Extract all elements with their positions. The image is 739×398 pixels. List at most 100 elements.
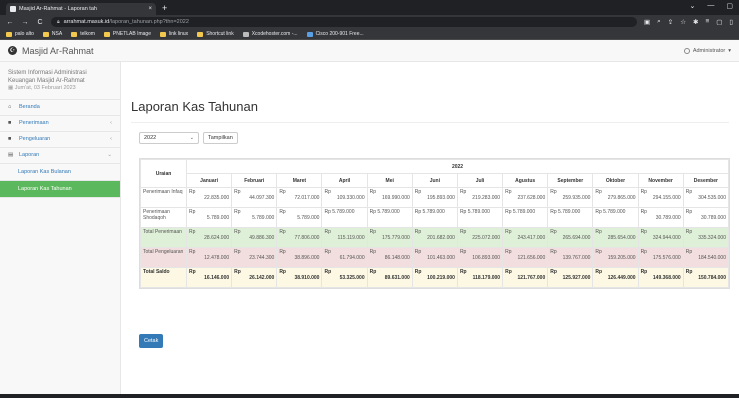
annual-report-table: Uraian 2022 Januari Februari Maret April Mei…	[140, 159, 730, 288]
sidebar-item-laporan[interactable]: ▤ Laporan ⌄	[0, 148, 120, 164]
reading-list-icon[interactable]: ≡	[705, 18, 709, 26]
book-icon: ▤	[8, 152, 14, 158]
table-row: Total Saldo Rp 16.146.000 Rp 26.142.000 Rp 38.…	[140, 267, 730, 288]
table-cell: Rp 61.794.000	[321, 247, 368, 268]
folder-icon	[197, 31, 204, 37]
table-cell: Rp 159.205.000	[592, 247, 639, 268]
forward-icon[interactable]: →	[21, 19, 29, 26]
browser-tab[interactable]: Masjid Ar-Rahmat - Laporan tah ×	[6, 3, 156, 15]
table-cell: Rp 5.789.000	[592, 207, 639, 228]
tab-search-icon[interactable]: ⌄	[690, 2, 696, 10]
sidebar-subitem-laporan-bulanan[interactable]: Laporan Kas Bulanan	[0, 164, 120, 181]
minimize-icon[interactable]: —	[707, 2, 714, 10]
new-tab-button[interactable]: +	[162, 3, 167, 15]
folder-icon	[103, 31, 110, 37]
show-button[interactable]: Tampilkan	[203, 132, 238, 144]
cell-amount: 5.789.000	[252, 215, 275, 221]
split-view-icon[interactable]: ▢	[716, 18, 722, 26]
table-cell: Rp 23.744.300	[231, 247, 278, 268]
cell-currency: Rp	[595, 229, 602, 235]
reload-icon[interactable]: C	[36, 19, 44, 26]
table-cell: Rp 195.893.000	[411, 187, 458, 208]
cell-currency: Rp	[189, 189, 196, 195]
page-icon	[306, 31, 313, 37]
cell-currency: Rp	[189, 249, 196, 255]
bookmark-item[interactable]: NSA	[42, 31, 62, 37]
cell-amount: 22.835.000	[204, 195, 230, 201]
cell-amount: 125.927.000	[562, 275, 591, 281]
cell-amount: 219.283.000	[472, 195, 501, 201]
table-cell: Rp 26.142.000	[231, 267, 278, 288]
bookmark-item[interactable]: palo alto	[6, 31, 34, 37]
cell-amount: 106.893.000	[472, 255, 501, 261]
profile-icon[interactable]: ▯	[729, 18, 733, 26]
table-cell: Rp 279.865.000	[592, 187, 639, 208]
year-select[interactable]: 2022 ⌄	[139, 132, 199, 144]
bookmark-item[interactable]: Xcodehoster.com -...	[242, 31, 298, 37]
share-icon[interactable]: ⇪	[668, 18, 673, 26]
cell-currency: Rp	[595, 189, 602, 195]
user-icon	[683, 47, 690, 54]
url-input[interactable]: 🔒︎ arrahmat.masuk.id/laporan_tahunan.php…	[51, 17, 637, 27]
truck-icon: ■	[8, 136, 12, 142]
cell-currency: Rp	[459, 229, 467, 235]
cell-amount: 26.142.000	[249, 275, 275, 281]
cell-amount: 115.119.000	[337, 235, 365, 241]
title-divider	[131, 122, 729, 123]
bookmark-item[interactable]: telkom	[71, 31, 95, 37]
table-cell: Rp 72.017.000	[276, 187, 323, 208]
table-cell: Rp 5.789.000	[321, 207, 368, 228]
cell-currency: Rp 5.789.000	[550, 209, 581, 215]
print-button[interactable]: Cetak	[139, 334, 164, 348]
brand[interactable]: ☪ Masjid Ar-Rahmat	[8, 46, 94, 56]
col-month: Mei	[366, 173, 413, 188]
bookmark-star-icon[interactable]: ☆	[680, 18, 686, 26]
sidebar-item-beranda[interactable]: ⌂ Beranda	[0, 100, 120, 116]
table-cell: Rp 304.535.000	[682, 187, 730, 208]
cell-currency: Rp	[640, 249, 647, 255]
extensions-icon[interactable]: ✱	[693, 18, 698, 26]
table-row: Total Pengeluaran Rp 12.478.000 Rp 23.744.30…	[140, 247, 730, 268]
cell-currency: Rp	[685, 229, 693, 235]
cell-amount: 44.097.300	[249, 195, 275, 201]
zoom-icon[interactable]: ⌕	[657, 18, 661, 26]
cell-currency: Rp	[234, 189, 241, 195]
screen-cast-icon[interactable]: ▣	[644, 18, 650, 26]
table-cell: Rp 109.330.000	[321, 187, 368, 208]
cell-amount: 285.654.000	[607, 235, 636, 241]
sidebar-subitem-laporan-tahunan[interactable]: Laporan Kas Tahunan	[0, 180, 120, 198]
system-info: Sistem Informasi Administrasi Keuangan M…	[0, 62, 120, 100]
back-icon[interactable]: ←	[6, 19, 14, 26]
cell-currency: Rp	[369, 189, 377, 195]
cell-amount: 38.910.000	[294, 275, 320, 281]
bookmark-item[interactable]: Cisco 200-901 Free...	[306, 31, 364, 37]
url-host: arrahmat.masuk.id	[63, 19, 110, 25]
folder-icon	[6, 31, 12, 37]
cell-amount: 265.694.000	[562, 235, 591, 241]
table-cell: Rp 89.631.000	[366, 267, 413, 288]
cell-amount: 294.155.000	[652, 195, 681, 201]
bookmark-item[interactable]: link linux	[160, 31, 188, 37]
cell-currency: Rp	[685, 269, 693, 275]
cell-currency: Rp	[414, 229, 422, 235]
col-month: Agustus	[502, 173, 549, 188]
calendar-icon: ▦	[8, 85, 15, 91]
bookmark-item[interactable]: Shortcut link	[197, 31, 234, 37]
table-cell: Rp 201.682.000	[411, 227, 458, 248]
tab-close-icon[interactable]: ×	[148, 6, 152, 12]
bookmark-item[interactable]: PNETLAB Image	[103, 31, 151, 37]
main-content: Laporan Kas Tahunan 2022 ⌄ Tampilkan Ura…	[121, 62, 739, 398]
caret-down-icon: ▾	[728, 47, 731, 54]
cell-currency: Rp	[279, 189, 286, 195]
sidebar-item-penerimaan[interactable]: ■ Penerimaan ‹	[0, 116, 120, 132]
sidebar-item-pengeluaran[interactable]: ■ Pengeluaran ‹	[0, 132, 120, 148]
maximize-icon[interactable]: ▢	[726, 2, 733, 10]
col-uraian: Uraian	[140, 159, 187, 188]
row-label: Total Saldo	[140, 267, 187, 288]
table-cell: Rp 125.927.000	[547, 267, 594, 288]
user-menu[interactable]: Administrator ▾	[683, 47, 731, 54]
table-cell: Rp 335.324.000	[682, 227, 730, 248]
home-icon: ⌂	[8, 104, 12, 110]
table-cell: Rp 237.628.000	[502, 187, 549, 208]
cell-amount: 89.631.000	[384, 275, 410, 281]
